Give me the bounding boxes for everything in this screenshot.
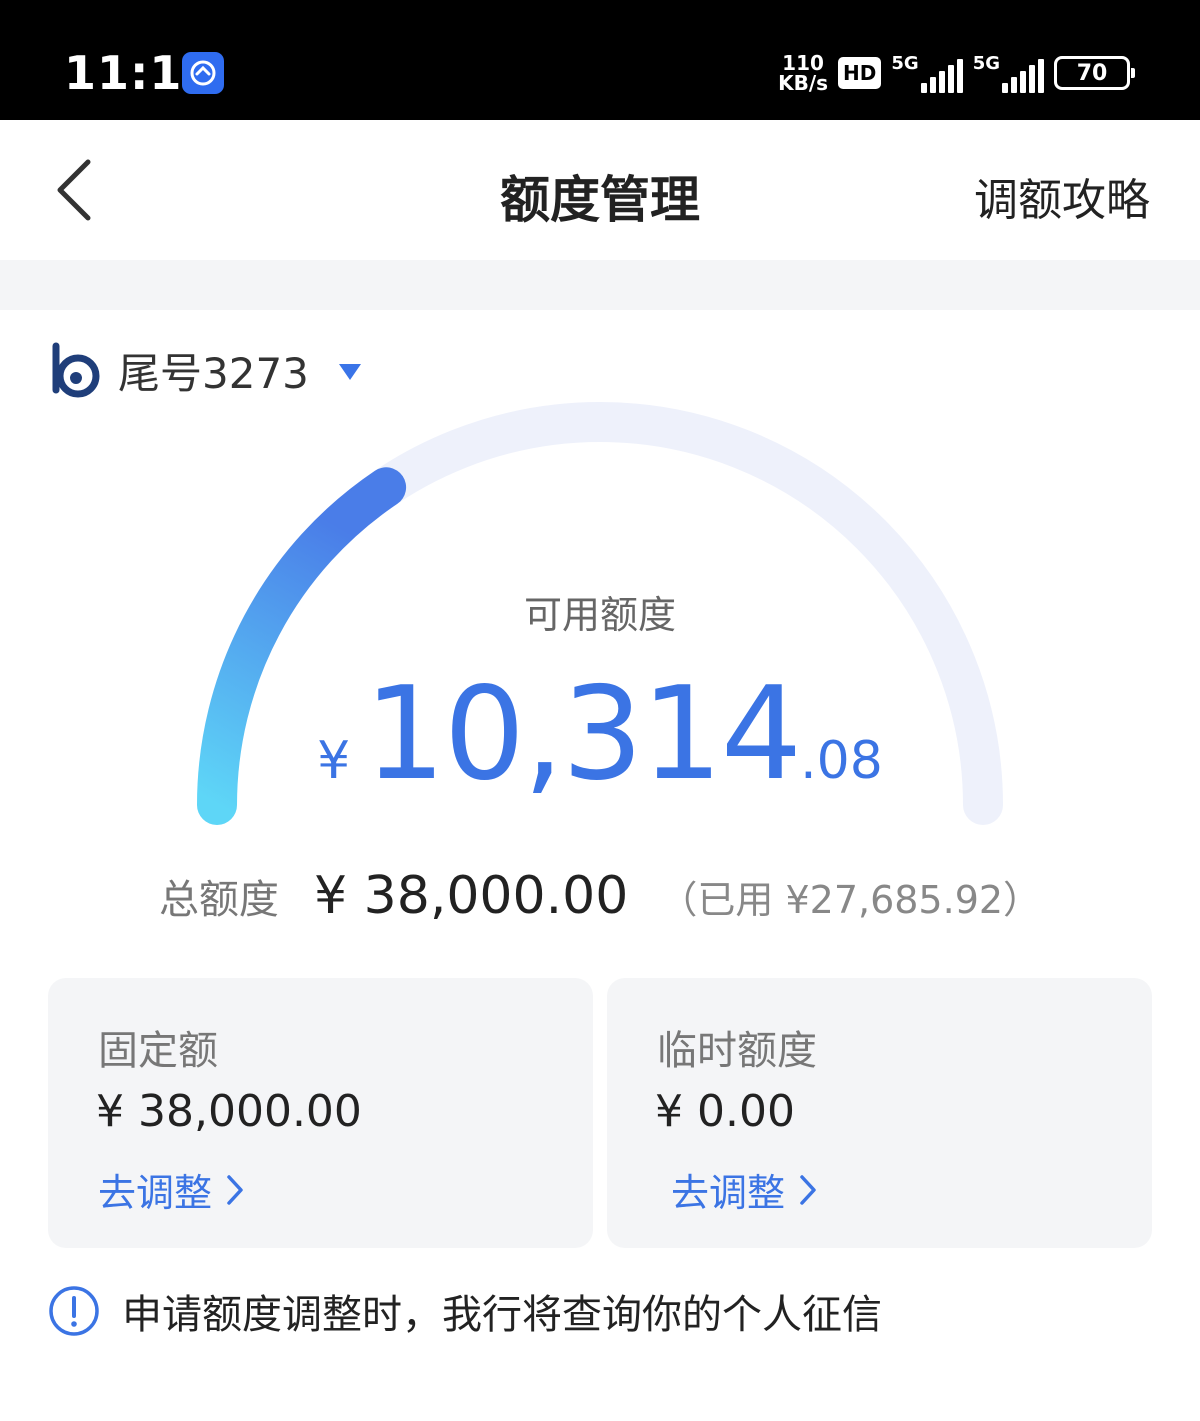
fixed-quota-card: 固定额 ¥ 38,000.00 去调整: [48, 978, 593, 1248]
total-label: 总额度: [158, 877, 279, 923]
signal-icon: 5G: [891, 53, 963, 93]
network-speed: 110 KB/s: [778, 51, 829, 95]
hd-badge: HD: [838, 57, 882, 89]
status-bar: 11:16 110 KB/s HD 5G 5G 70: [0, 0, 1200, 120]
adjust-fixed-label: 去调整: [98, 1171, 213, 1215]
available-integer: 10,314: [364, 660, 802, 809]
adjust-guide-link[interactable]: 调额攻略: [974, 164, 1150, 228]
info-icon: [49, 1286, 99, 1336]
available-amount: ¥10,314.08: [0, 660, 1200, 809]
available-label: 可用额度: [523, 593, 676, 637]
fixed-quota-value: ¥ 38,000.00: [96, 1086, 362, 1137]
temp-quota-card: 临时额度 ¥ 0.00 去调整: [607, 978, 1152, 1248]
nav-bar: 额度管理 调额攻略: [0, 120, 1200, 260]
app-icon: [182, 52, 224, 94]
temp-quota-value: ¥ 0.00: [655, 1086, 795, 1137]
adjust-temp-label: 去调整: [671, 1171, 786, 1215]
section-divider: [0, 260, 1200, 310]
fixed-quota-title: 固定额: [98, 1028, 218, 1074]
used-amount: （已用 ¥27,685.92）: [659, 878, 1042, 922]
chevron-right-icon: [800, 1174, 816, 1205]
available-currency: ¥: [317, 731, 351, 791]
battery-icon: 70: [1054, 56, 1135, 90]
temp-quota-title: 临时额度: [657, 1028, 817, 1074]
caret-down-icon: [338, 364, 361, 380]
available-decimal: .08: [800, 731, 883, 791]
status-indicators: 110 KB/s HD 5G 5G 70: [778, 48, 1135, 98]
chevron-right-icon: [227, 1174, 243, 1205]
total-value: ¥ 38,000.00: [314, 866, 629, 926]
credit-notice: 申请额度调整时，我行将查询你的个人征信: [48, 1284, 882, 1338]
adjust-temp-button[interactable]: 去调整: [671, 1162, 817, 1217]
notice-text: 申请额度调整时，我行将查询你的个人征信: [122, 1292, 882, 1338]
total-quota-row: 总额度 ¥ 38,000.00 （已用 ¥27,685.92）: [0, 866, 1200, 926]
adjust-fixed-button[interactable]: 去调整: [98, 1162, 244, 1217]
signal-icon-2: 5G: [973, 53, 1044, 93]
